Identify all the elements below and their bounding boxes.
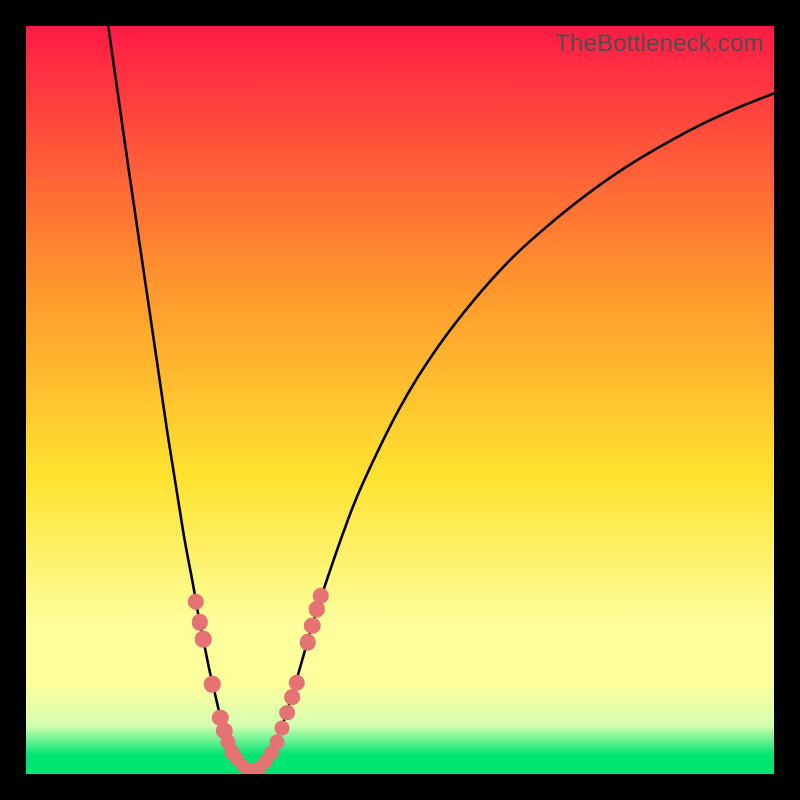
data-point [284, 689, 300, 705]
data-point [269, 734, 284, 749]
chart-plot-area: TheBottleneck.com [26, 26, 774, 774]
watermark-text: TheBottleneck.com [555, 30, 764, 58]
curve-left-arm [108, 26, 250, 771]
chart-frame: TheBottleneck.com [0, 0, 800, 800]
v-curve [26, 26, 774, 774]
data-point [274, 720, 289, 735]
curve-right-arm [250, 93, 774, 771]
data-point [279, 705, 295, 721]
